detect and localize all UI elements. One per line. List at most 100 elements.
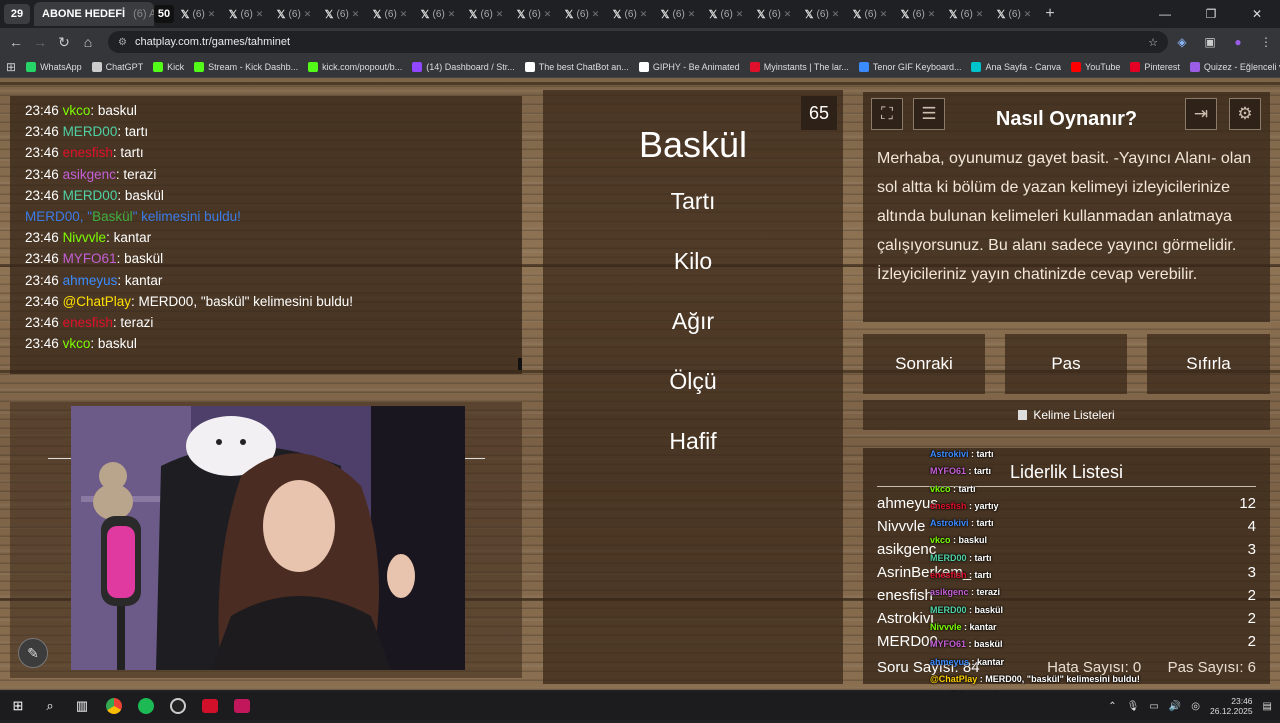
restore-icon[interactable]: ❐	[1188, 7, 1234, 21]
chat-username[interactable]: enesfish	[63, 145, 113, 160]
chat-username[interactable]: MERD00	[63, 124, 118, 139]
chat-username[interactable]: MERD00	[63, 188, 118, 203]
next-button[interactable]: Sonraki	[863, 334, 985, 394]
new-tab-button[interactable]: +	[1038, 5, 1062, 23]
task-view-icon[interactable]: ▥	[66, 692, 98, 720]
extensions-puzzle-icon[interactable]: ▣	[1196, 35, 1224, 49]
bookmark-item[interactable]: Myinstants | The lar...	[749, 61, 849, 72]
tab-close-icon[interactable]: ✕	[256, 9, 264, 20]
chat-username[interactable]: vkco	[63, 103, 91, 118]
windows-start-icon[interactable]: ⊞	[2, 692, 34, 720]
bookmark-item[interactable]: ChatGPT	[91, 61, 143, 72]
tab-close-icon[interactable]: ✕	[640, 9, 648, 20]
browser-tab[interactable]: 𝕏 (6) ✕	[702, 3, 750, 25]
tab-close-icon[interactable]: ✕	[688, 9, 696, 20]
tray-chevron-icon[interactable]: ⌃	[1108, 701, 1116, 712]
bookmark-item[interactable]: Stream - Kick Dashb...	[194, 61, 298, 72]
bookmark-item[interactable]: Quizez - Eğlenceli ve...	[1189, 61, 1280, 72]
bookmark-item[interactable]: Kick	[153, 61, 184, 72]
browser-tab[interactable]: 𝕏 (6) ✕	[942, 3, 990, 25]
browser-tab[interactable]: 𝕏 (6) ✕	[222, 3, 270, 25]
browser-tab[interactable]: 𝕏 (6) ✕	[750, 3, 798, 25]
tab-close-icon[interactable]: ✕	[544, 9, 552, 20]
extension-icon[interactable]: ◈	[1168, 35, 1196, 49]
browser-tab[interactable]: 𝕏 (6) ✕	[270, 3, 318, 25]
chat-username[interactable]: enesfish	[63, 315, 113, 330]
chat-username[interactable]: @ChatPlay	[63, 294, 131, 309]
tab-close-icon[interactable]: ✕	[784, 9, 792, 20]
browser-tab[interactable]: 𝕏 (6) ✕	[414, 3, 462, 25]
tab-close-icon[interactable]: ✕	[352, 9, 360, 20]
chat-scrollbar[interactable]	[518, 358, 522, 370]
browser-tab[interactable]: 𝕏 (6) ✕	[366, 3, 414, 25]
tab-close-icon[interactable]: ✕	[928, 9, 936, 20]
browser-tab[interactable]: 𝕏 (6) ✕	[846, 3, 894, 25]
browser-tab[interactable]: 𝕏 (6) ✕	[990, 3, 1038, 25]
bookmark-item[interactable]: YouTube	[1071, 61, 1120, 72]
reload-icon[interactable]: ↻	[52, 34, 76, 51]
pencil-icon[interactable]: ✎	[18, 638, 48, 668]
word-lists-button[interactable]: Kelime Listeleri	[863, 400, 1270, 430]
clock[interactable]: 23:46 26.12.2025	[1210, 696, 1253, 716]
profile-avatar[interactable]: ●	[1224, 35, 1252, 49]
spotify-icon[interactable]	[130, 692, 162, 720]
reset-button[interactable]: Sıfırla	[1147, 334, 1270, 394]
network-icon[interactable]: ▭	[1149, 701, 1158, 712]
chrome-icon[interactable]	[98, 692, 130, 720]
browser-tab[interactable]: 𝕏 (6) ✕	[510, 3, 558, 25]
tab-close-icon[interactable]: ✕	[832, 9, 840, 20]
bookmark-item[interactable]: The best ChatBot an...	[524, 61, 629, 72]
bookmark-star-icon[interactable]: ☆	[1148, 36, 1158, 49]
chat-username[interactable]: MYFO61	[63, 251, 117, 266]
volume-icon[interactable]: 🔊	[1169, 701, 1181, 712]
tab-badge[interactable]: 50	[154, 5, 174, 23]
bookmark-item[interactable]: (14) Dashboard / Str...	[412, 61, 515, 72]
browser-tab[interactable]: 𝕏 (6) ✕	[798, 3, 846, 25]
obs-icon[interactable]	[162, 692, 194, 720]
microphone-icon[interactable]: 🎙	[1127, 701, 1140, 712]
tab-close-icon[interactable]: ✕	[976, 9, 984, 20]
apps-grid-icon[interactable]: ⊞	[6, 60, 16, 74]
chat-username[interactable]: ahmeyus	[63, 273, 118, 288]
browser-tab[interactable]: 𝕏 (6) ✕	[894, 3, 942, 25]
notification-icon[interactable]: ▤	[1263, 701, 1272, 712]
tab-close-icon[interactable]: ✕	[496, 9, 504, 20]
close-icon[interactable]: ✕	[1234, 7, 1280, 21]
browser-tab[interactable]: 𝕏 (6) ✕	[654, 3, 702, 25]
minimize-icon[interactable]: —	[1142, 7, 1188, 21]
chat-username[interactable]: Nivvvle	[63, 230, 107, 245]
tab-group-count[interactable]: 29	[4, 4, 30, 24]
forward-icon[interactable]: →	[28, 34, 52, 50]
bookmark-item[interactable]: Ana Sayfa - Canva	[971, 61, 1061, 72]
browser-tab[interactable]: 𝕏 (6) ✕	[606, 3, 654, 25]
tab-close-icon[interactable]: ✕	[208, 9, 216, 20]
tab-close-icon[interactable]: ✕	[448, 9, 456, 20]
bookmark-item[interactable]: Tenor GIF Keyboard...	[858, 61, 961, 72]
browser-tab[interactable]: 𝕏 (6) ✕	[462, 3, 510, 25]
tab-close-icon[interactable]: ✕	[304, 9, 312, 20]
site-info-icon[interactable]: ⚙	[118, 37, 127, 48]
tab-close-icon[interactable]: ✕	[400, 9, 408, 20]
chat-username[interactable]: asikgenc	[63, 167, 116, 182]
bookmark-item[interactable]: kick.com/popout/b...	[308, 61, 402, 72]
bookmark-item[interactable]: GIPHY - Be Animated	[638, 61, 740, 72]
bookmark-item[interactable]: Pinterest	[1130, 61, 1180, 72]
browser-tab[interactable]: 𝕏 (6) ✕	[318, 3, 366, 25]
tab-close-icon[interactable]: ✕	[736, 9, 744, 20]
menu-icon[interactable]: ⋮	[1252, 35, 1280, 49]
url-field[interactable]: ⚙ chatplay.com.tr/games/tahminet ☆	[108, 31, 1168, 53]
bookmark-item[interactable]: WhatsApp	[26, 61, 82, 72]
tab-close-icon[interactable]: ✕	[1024, 9, 1032, 20]
back-icon[interactable]: ←	[4, 34, 28, 50]
app-mail-icon[interactable]	[226, 692, 258, 720]
chat-username[interactable]: vkco	[63, 336, 91, 351]
pass-button[interactable]: Pas	[1005, 334, 1127, 394]
browser-tab[interactable]: 𝕏 (6) ✕	[558, 3, 606, 25]
home-icon[interactable]: ⌂	[76, 34, 100, 50]
browser-tab[interactable]: 𝕏 (6) ✕	[174, 3, 222, 25]
app-red-icon[interactable]	[194, 692, 226, 720]
search-icon[interactable]: ⌕	[34, 692, 66, 720]
tray-app-icon[interactable]: ◎	[1191, 701, 1200, 712]
tab-active[interactable]: ABONE HEDEFİ (6) A	[34, 2, 154, 26]
tab-close-icon[interactable]: ✕	[880, 9, 888, 20]
